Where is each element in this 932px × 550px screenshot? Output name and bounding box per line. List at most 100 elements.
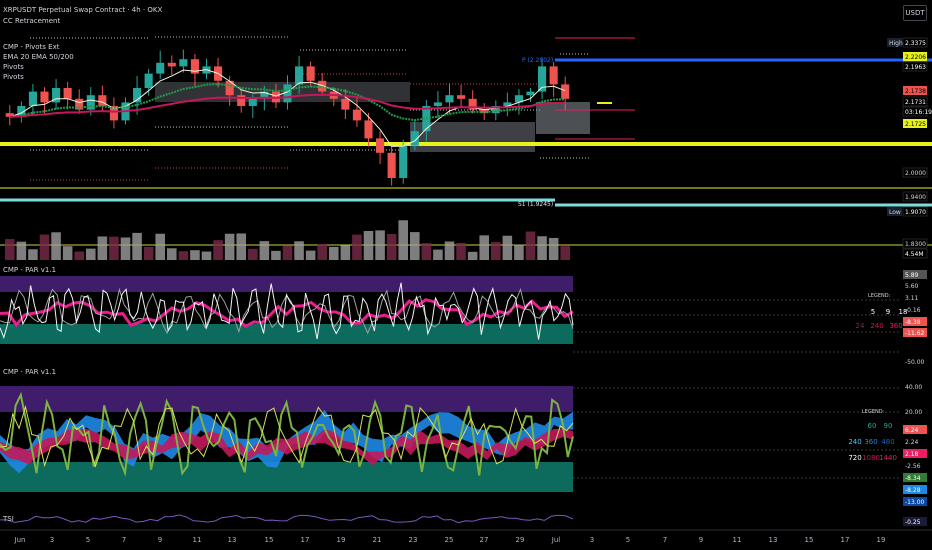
par2-legend-item: 360 xyxy=(864,438,877,446)
par-oscillator-2-pane xyxy=(0,364,932,509)
par1-legend-item: 240 xyxy=(870,322,883,330)
time-axis-label: 3 xyxy=(50,536,54,544)
indicator-pivots-1[interactable]: Pivots xyxy=(3,63,24,72)
par2-zone-top xyxy=(0,386,573,412)
volume-bar xyxy=(456,242,466,260)
volume-bar xyxy=(5,239,15,260)
par2-legend-item: 1080 xyxy=(862,454,880,462)
candle-body xyxy=(144,73,153,88)
par1-scale-label: 5.60 xyxy=(905,283,919,290)
price-label: 2.3375 xyxy=(905,40,926,47)
volume-bar xyxy=(248,248,258,260)
indicator-ema[interactable]: EMA 20 EMA 50/200 xyxy=(3,53,74,62)
volume-bar xyxy=(155,233,165,260)
candle-body xyxy=(341,98,350,110)
volume-bar xyxy=(433,249,443,260)
par1-zone-top xyxy=(0,276,573,292)
candle-body xyxy=(376,138,385,153)
volume-bar xyxy=(201,251,212,260)
price-label: 2.1731 xyxy=(905,99,926,106)
par-oscillator-1-title[interactable]: CMP - PAR v1.1 xyxy=(3,266,56,275)
par1-scale-label: 3.11 xyxy=(905,295,919,302)
volume-bar xyxy=(86,248,96,260)
candle-body xyxy=(526,91,535,96)
time-axis-label: 15 xyxy=(805,536,814,544)
volume-bar xyxy=(537,236,547,260)
price-label: 2.1963 xyxy=(905,64,926,71)
currency-button[interactable]: USDT xyxy=(903,5,927,21)
price-label: 2.2206 xyxy=(905,54,926,61)
par1-scale-label: -0.16 xyxy=(905,307,921,314)
volume-bar xyxy=(143,246,154,260)
candle-body xyxy=(364,120,373,139)
volume-bar xyxy=(491,242,501,260)
tsi-bg xyxy=(0,509,932,529)
volume-bar xyxy=(548,237,559,260)
par2-legend-item: 720 xyxy=(848,454,861,462)
par2-scale-label: 2.18 xyxy=(905,451,919,458)
par2-legend-item: 240 xyxy=(848,438,861,446)
price-label: 2.1738 xyxy=(905,88,926,95)
candle-body xyxy=(306,66,315,81)
time-axis-label: 13 xyxy=(769,536,778,544)
par2-scale-label: -8.28 xyxy=(905,487,921,494)
par2-zone-bottom xyxy=(0,462,573,492)
candle-body xyxy=(295,66,304,85)
candle-body xyxy=(98,95,107,106)
indicator-pivots-2[interactable]: Pivots xyxy=(3,73,24,82)
volume-bar xyxy=(132,232,142,260)
volume-bar xyxy=(525,231,536,260)
par2-scale-label: 40.00 xyxy=(905,384,922,391)
pivot-p-label: P (2.2902) xyxy=(522,57,553,64)
par2-scale-label: -13.00 xyxy=(905,499,925,506)
volume-bar xyxy=(236,233,246,260)
par1-legend-item: 360 xyxy=(889,322,902,330)
volume-bar xyxy=(398,220,408,260)
volume-bar xyxy=(39,234,50,260)
time-axis-label: 29 xyxy=(516,536,525,544)
price-label: 2.0000 xyxy=(905,170,926,177)
volume-bar xyxy=(363,230,374,260)
candle-body xyxy=(445,95,454,103)
volume-bar xyxy=(317,244,327,260)
volume-bar xyxy=(282,245,293,260)
time-axis-label: 27 xyxy=(480,536,489,544)
range-box xyxy=(536,102,590,134)
volume-bar xyxy=(28,249,38,260)
price-pane xyxy=(0,0,932,262)
par-oscillator-2-title[interactable]: CMP - PAR v1.1 xyxy=(3,368,56,377)
volume-bar xyxy=(190,250,200,260)
volume-bar xyxy=(120,237,131,260)
tsi-title[interactable]: TSI xyxy=(3,515,14,524)
volume-bar xyxy=(514,244,524,260)
tsi-pane xyxy=(0,509,932,529)
volume-bar xyxy=(271,250,281,260)
candle-body xyxy=(433,102,442,106)
par2-legend-item: 1440 xyxy=(879,454,897,462)
time-axis-label: 9 xyxy=(699,536,703,544)
volume-bar xyxy=(467,251,478,260)
volume-bar xyxy=(421,243,432,260)
price-label: 03:16:19 xyxy=(905,109,932,116)
candle-body xyxy=(457,95,466,99)
par2-scale-label: 6.24 xyxy=(905,427,919,434)
time-axis-label: 19 xyxy=(337,536,346,544)
time-axis-label: 19 xyxy=(877,536,886,544)
par-oscillator-1-pane xyxy=(0,262,932,366)
par2-legend-item: 480 xyxy=(881,438,894,446)
volume-bar xyxy=(294,241,304,260)
trading-chart[interactable]: P (2.2902) S1 (1.9245) 2.3375High2.2206 2.1… xyxy=(0,0,932,550)
candle-body xyxy=(28,91,37,106)
volume-bar xyxy=(502,235,513,260)
price-label: 2.1725 xyxy=(905,121,926,128)
time-axis-label: 17 xyxy=(841,536,850,544)
volume-bar xyxy=(97,236,108,260)
candle-body xyxy=(561,84,570,99)
time-axis-label: 25 xyxy=(445,536,454,544)
indicator-cc-retracement[interactable]: CC Retracement xyxy=(3,17,60,26)
volume-bar xyxy=(259,241,270,260)
candle-body xyxy=(352,109,361,121)
candle-body xyxy=(237,95,246,106)
indicator-pivots-ext[interactable]: CMP - Pivots Ext xyxy=(3,43,60,52)
volume-bar xyxy=(224,233,235,260)
